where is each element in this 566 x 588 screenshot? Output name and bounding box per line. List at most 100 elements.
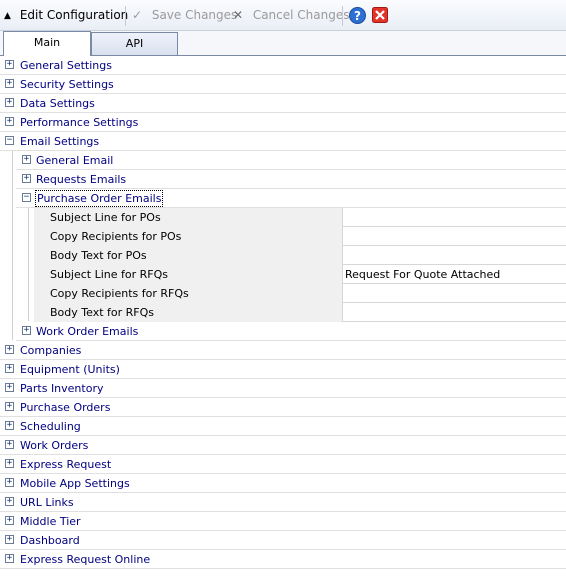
save-changes-button[interactable]: ✓ Save Changes [132,0,237,31]
tree-group-label: Performance Settings [20,116,139,129]
expand-plus-icon[interactable]: + [5,516,14,525]
tree-guide-line [12,150,13,340]
tree-group-label: Data Settings [20,97,95,110]
expand-plus-icon[interactable]: + [5,364,14,373]
edit-configuration-label: Edit Configuration [19,8,129,22]
expand-plus-icon[interactable]: + [5,421,14,430]
tab-strip: Main API [0,31,566,56]
close-icon [372,7,388,23]
tree-subgroup-label: Purchase Order Emails [34,190,164,207]
toolbar: ▲ Edit Configuration ✓ Save Changes ✕ Ca… [0,0,566,31]
expand-plus-icon[interactable]: + [22,155,31,164]
save-changes-label: Save Changes [151,8,238,22]
edit-configuration-button[interactable]: ▲ Edit Configuration [4,0,128,31]
tree-group-label: Middle Tier [20,515,81,528]
property-row-subject-line-pos[interactable]: Subject Line for POs [34,208,566,227]
expand-plus-icon[interactable]: + [5,79,14,88]
tree-group-parts-inventory[interactable]: + Parts Inventory [0,379,566,398]
tab-api-label: API [125,37,144,50]
tree-group-equipment-units[interactable]: + Equipment (Units) [0,360,566,379]
expand-plus-icon[interactable]: + [22,326,31,335]
tree-group-performance-settings[interactable]: + Performance Settings [0,113,566,132]
expand-plus-icon[interactable]: + [5,535,14,544]
expand-plus-icon[interactable]: + [5,98,14,107]
tree-group-companies[interactable]: + Companies [0,341,566,360]
expand-plus-icon[interactable]: + [5,459,14,468]
tree-group-data-settings[interactable]: + Data Settings [0,94,566,113]
tree-group-general-settings[interactable]: + General Settings [0,56,566,75]
x-icon: ✕ [233,8,244,22]
tree-group-label: Scheduling [20,420,81,433]
toolbar-separator [342,6,343,26]
tree-guide-line [28,207,29,321]
collapse-minus-icon[interactable]: − [5,136,14,145]
property-value[interactable] [343,227,345,246]
tree-group-mobile-app-settings[interactable]: + Mobile App Settings [0,474,566,493]
tree-subgroup-label: Requests Emails [36,173,127,186]
help-button[interactable]: ? [349,7,366,24]
help-icon: ? [349,7,366,24]
property-value[interactable] [343,303,345,322]
tab-main-label: Main [33,36,61,49]
tree-group-express-request[interactable]: + Express Request [0,455,566,474]
tab-main[interactable]: Main [3,31,91,56]
tree-group-security-settings[interactable]: + Security Settings [0,75,566,94]
property-name: Body Text for RFQs [34,303,343,322]
tree-group-label: Parts Inventory [20,382,104,395]
tree-group-label: Express Request Online [20,553,151,566]
checkmark-icon: ✓ [132,8,143,22]
property-name: Copy Recipients for RFQs [34,284,343,303]
property-row-copy-recipients-pos[interactable]: Copy Recipients for POs [34,227,566,246]
expand-plus-icon[interactable]: + [5,345,14,354]
tree-group-label: Express Request [20,458,112,471]
tree-subgroup-general-email[interactable]: + General Email [16,151,566,170]
tree-group-purchase-orders[interactable]: + Purchase Orders [0,398,566,417]
cancel-changes-button[interactable]: ✕ Cancel Changes [233,0,350,31]
property-row-body-text-rfqs[interactable]: Body Text for RFQs [34,303,566,322]
tree-group-work-orders[interactable]: + Work Orders [0,436,566,455]
toolbar-separator [125,6,126,26]
close-button[interactable] [372,7,388,24]
expand-plus-icon[interactable]: + [22,174,31,183]
property-row-subject-line-rfqs[interactable]: Subject Line for RFQs Request For Quote … [34,265,566,284]
tree-group-email-settings[interactable]: − Email Settings [0,132,566,151]
expand-plus-icon[interactable]: + [5,554,14,563]
property-name: Copy Recipients for POs [34,227,343,246]
expand-plus-icon[interactable]: + [5,402,14,411]
property-value[interactable] [343,284,345,303]
tab-api[interactable]: API [91,32,178,55]
expand-plus-icon[interactable]: + [5,497,14,506]
expand-plus-icon[interactable]: + [5,478,14,487]
tree-group-label: Equipment (Units) [20,363,120,376]
tree-group-url-links[interactable]: + URL Links [0,493,566,512]
tree-subgroup-label: Work Order Emails [36,325,139,338]
expand-plus-icon[interactable]: + [5,117,14,126]
tree-subgroup-requests-emails[interactable]: + Requests Emails [16,170,566,189]
property-value[interactable]: Request For Quote Attached [343,265,500,284]
svg-text:?: ? [354,9,361,23]
tree-group-label: Work Orders [20,439,89,452]
tree-group-dashboard[interactable]: + Dashboard [0,531,566,550]
property-row-copy-recipients-rfqs[interactable]: Copy Recipients for RFQs [34,284,566,303]
tree-subgroup-purchase-order-emails[interactable]: − Purchase Order Emails [16,189,566,208]
tree-group-scheduling[interactable]: + Scheduling [0,417,566,436]
property-value[interactable] [343,208,345,227]
tree-group-label: Security Settings [20,78,114,91]
tree-group-middle-tier[interactable]: + Middle Tier [0,512,566,531]
cancel-changes-label: Cancel Changes [252,8,350,22]
property-name: Subject Line for RFQs [34,265,343,284]
property-row-body-text-pos[interactable]: Body Text for POs [34,246,566,265]
collapse-arrow-icon: ▲ [4,11,11,21]
tree-subgroup-work-order-emails[interactable]: + Work Order Emails [16,322,566,341]
tree-group-express-request-online[interactable]: + Express Request Online [0,550,566,569]
tree-group-label: General Settings [20,59,112,72]
expand-plus-icon[interactable]: + [5,60,14,69]
tree-group-label: URL Links [20,496,74,509]
tree-group-label: Purchase Orders [20,401,111,414]
property-value[interactable] [343,246,345,265]
expand-plus-icon[interactable]: + [5,440,14,449]
collapse-minus-icon[interactable]: − [22,193,31,202]
expand-plus-icon[interactable]: + [5,383,14,392]
tree-group-label: Companies [20,344,82,357]
property-name: Subject Line for POs [34,208,343,227]
